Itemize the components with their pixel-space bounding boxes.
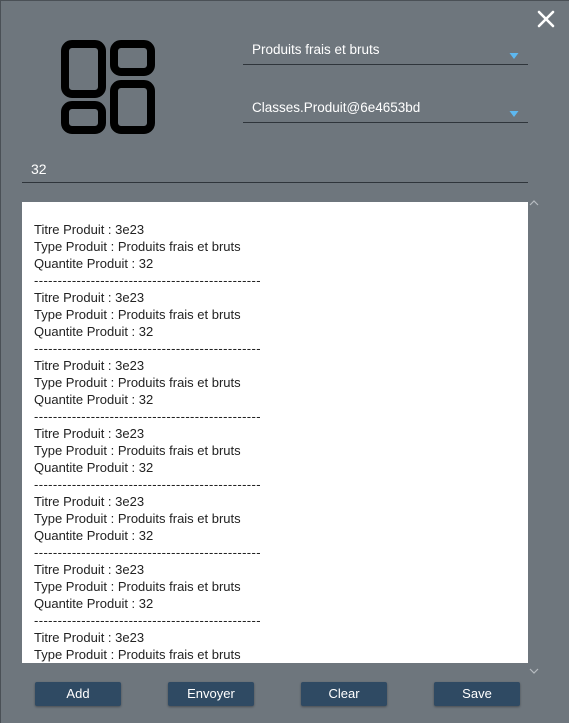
record-titre: Titre Produit : 3e23 [34,630,145,645]
dashboard-grid-icon [61,40,155,134]
output-record: Titre Produit : 3e23 Type Produit : Produ… [34,561,261,629]
record-titre: Titre Produit : 3e23 [34,358,145,373]
record-type: Type Produit : Produits frais et bruts [34,307,241,322]
record-quantite: Quantite Produit : 32 [34,392,154,407]
quantity-input[interactable] [22,155,528,183]
record-titre: Titre Produit : 3e23 [34,494,145,509]
output-record: Titre Produit : 3e23 Type Produit : Produ… [34,221,261,289]
record-separator: ----------------------------------------… [34,409,261,424]
window-top-edge [0,0,569,1]
envoyer-button[interactable]: Envoyer [168,682,254,706]
record-quantite: Quantite Produit : 32 [34,324,154,339]
app-window: Produits frais et bruts Classes.Produit@… [0,0,569,723]
record-quantite: Quantite Produit : 32 [34,528,154,543]
output-record: Titre Produit : 3e23 Type Produit : Produ… [34,493,261,561]
scroll-up-icon[interactable] [529,194,539,206]
output-record: Titre Produit : 3e23 Type Produit : Produ… [34,425,261,493]
record-separator: ----------------------------------------… [34,477,261,492]
record-type: Type Produit : Produits frais et bruts [34,443,241,458]
clear-button[interactable]: Clear [301,682,387,706]
record-type: Type Produit : Produits frais et bruts [34,239,241,254]
add-button[interactable]: Add [35,682,121,706]
record-type: Type Produit : Produits frais et bruts [34,579,241,594]
record-quantite: Quantite Produit : 32 [34,256,154,271]
record-titre: Titre Produit : 3e23 [34,562,145,577]
type-produit-select[interactable]: Produits frais et bruts [243,38,528,65]
record-quantite: Quantite Produit : 32 [34,596,154,611]
window-left-edge [0,0,1,723]
record-type: Type Produit : Produits frais et bruts [34,511,241,526]
output-record: Titre Produit : 3e23 Type Produit : Produ… [34,289,261,357]
record-separator: ----------------------------------------… [34,341,261,356]
output-record: Titre Produit : 3e23 Type Produit : Produ… [34,629,261,663]
record-separator: ----------------------------------------… [34,273,261,288]
output-record: Titre Produit : 3e23 Type Produit : Produ… [34,357,261,425]
output-textarea[interactable]: Titre Produit : 3e23 Type Produit : Produ… [22,202,528,663]
record-type: Type Produit : Produits frais et bruts [34,375,241,390]
scroll-down-icon[interactable] [529,662,539,674]
produit-select[interactable]: Classes.Produit@6e4653bd [243,96,528,123]
record-separator: ----------------------------------------… [34,545,261,560]
produit-value: Classes.Produit@6e4653bd [252,100,421,115]
chevron-down-icon[interactable] [509,105,519,117]
chevron-down-icon[interactable] [509,47,519,59]
record-titre: Titre Produit : 3e23 [34,290,145,305]
save-button[interactable]: Save [434,682,520,706]
output-records: Titre Produit : 3e23 Type Produit : Produ… [34,221,261,663]
record-type: Type Produit : Produits frais et bruts [34,647,241,662]
record-titre: Titre Produit : 3e23 [34,426,145,441]
type-produit-value: Produits frais et bruts [252,42,380,57]
record-quantite: Quantite Produit : 32 [34,460,154,475]
record-titre: Titre Produit : 3e23 [34,222,145,237]
close-icon[interactable] [535,8,557,30]
record-separator: ----------------------------------------… [34,613,261,628]
output-scrollbar[interactable] [528,194,540,674]
